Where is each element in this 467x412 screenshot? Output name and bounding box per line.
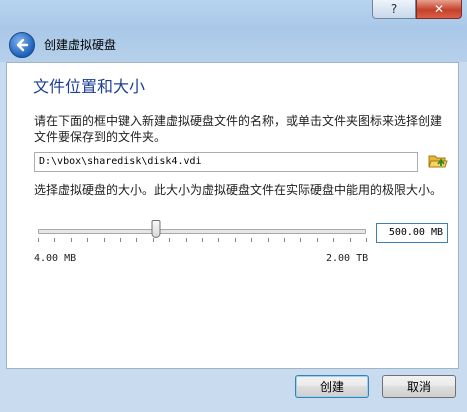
slider-thumb[interactable] — [151, 220, 161, 238]
page-heading: 文件位置和大小 — [33, 77, 146, 96]
back-arrow-icon — [16, 38, 29, 52]
slider-tick — [284, 238, 285, 242]
slider-tick — [169, 238, 171, 242]
slider-tick — [366, 238, 367, 242]
slider-tick — [120, 238, 121, 242]
slider-tick — [70, 238, 72, 242]
slider-tick — [103, 238, 105, 242]
slider-tick — [234, 238, 236, 242]
slider-tick — [152, 238, 154, 242]
slider-ticks — [38, 238, 367, 243]
slider-tick — [54, 238, 56, 242]
choose-folder-button[interactable] — [428, 151, 448, 171]
size-min-label: 4.00 MB — [34, 253, 77, 264]
slider-track — [38, 229, 366, 234]
slider-tick — [202, 238, 203, 242]
back-button[interactable] — [9, 32, 35, 58]
slider-tick — [218, 238, 220, 242]
slider-tick — [349, 238, 351, 242]
create-button[interactable]: 创建 — [295, 375, 369, 398]
size-description: 选择虚拟硬盘的大小。此大小为虚拟硬盘文件在实际硬盘中能用的极限大小。 — [34, 183, 443, 197]
dialog-footer: 创建 取消 — [0, 368, 467, 412]
slider-tick — [136, 238, 138, 242]
slider-tick — [251, 238, 253, 242]
folder-open-icon — [428, 155, 448, 168]
slider-tick — [316, 238, 318, 242]
slider-tick — [300, 238, 302, 242]
size-max-label: 2.00 TB — [326, 253, 369, 264]
location-description: 请在下面的框中键入新建虚拟硬盘文件的名称，或单击文件夹图标来选择创建文件要保存到… — [34, 114, 443, 144]
slider-tick — [87, 238, 89, 242]
help-button[interactable]: ? — [372, 0, 416, 19]
cancel-button[interactable]: 取消 — [382, 375, 456, 398]
slider-tick — [38, 238, 39, 242]
size-slider[interactable] — [34, 218, 370, 246]
slider-tick — [185, 238, 187, 242]
slider-tick — [267, 238, 269, 242]
file-path-input[interactable]: D:\vbox\sharedisk\disk4.vdi — [34, 152, 418, 172]
wizard-page: 文件位置和大小 请在下面的框中键入新建虚拟硬盘文件的名称，或单击文件夹图标来选择… — [6, 62, 459, 369]
close-button[interactable]: ✕ — [416, 0, 462, 19]
window-titlebar: ? ✕ 创建虚拟硬盘 — [0, 0, 467, 62]
size-input[interactable]: 500.00 MB — [376, 223, 448, 243]
window-controls: ? ✕ — [372, 0, 462, 19]
dialog-title: 创建虚拟硬盘 — [44, 38, 117, 52]
slider-tick — [333, 238, 335, 242]
